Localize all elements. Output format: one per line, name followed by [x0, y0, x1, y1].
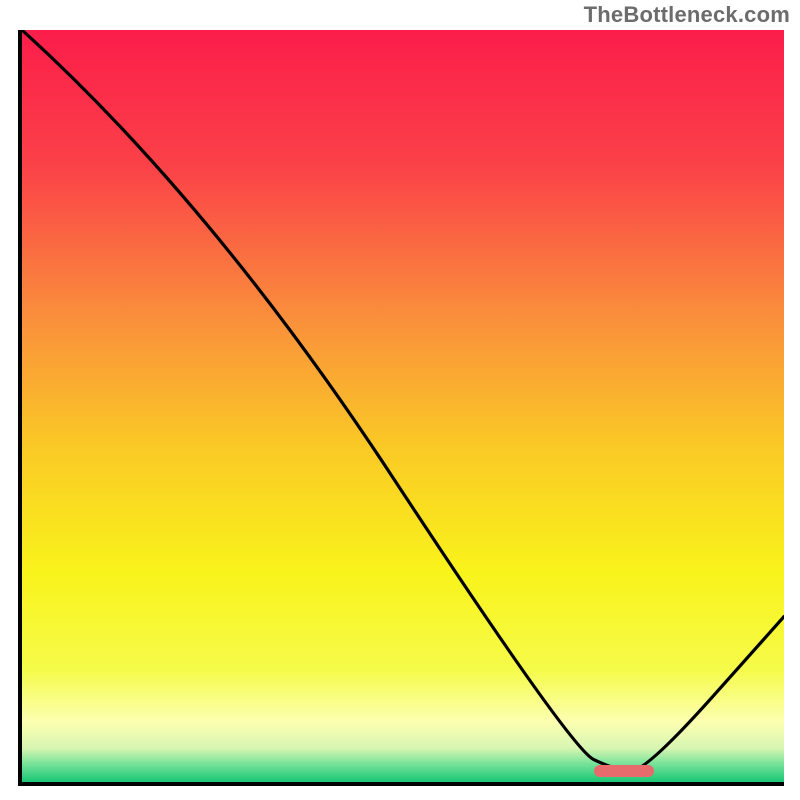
chart-frame: TheBottleneck.com	[0, 0, 800, 800]
axes	[18, 30, 784, 786]
plot-area	[22, 30, 784, 782]
bottleneck-curve	[22, 30, 784, 782]
optimal-range-marker	[594, 765, 655, 777]
watermark-text: TheBottleneck.com	[584, 2, 790, 28]
